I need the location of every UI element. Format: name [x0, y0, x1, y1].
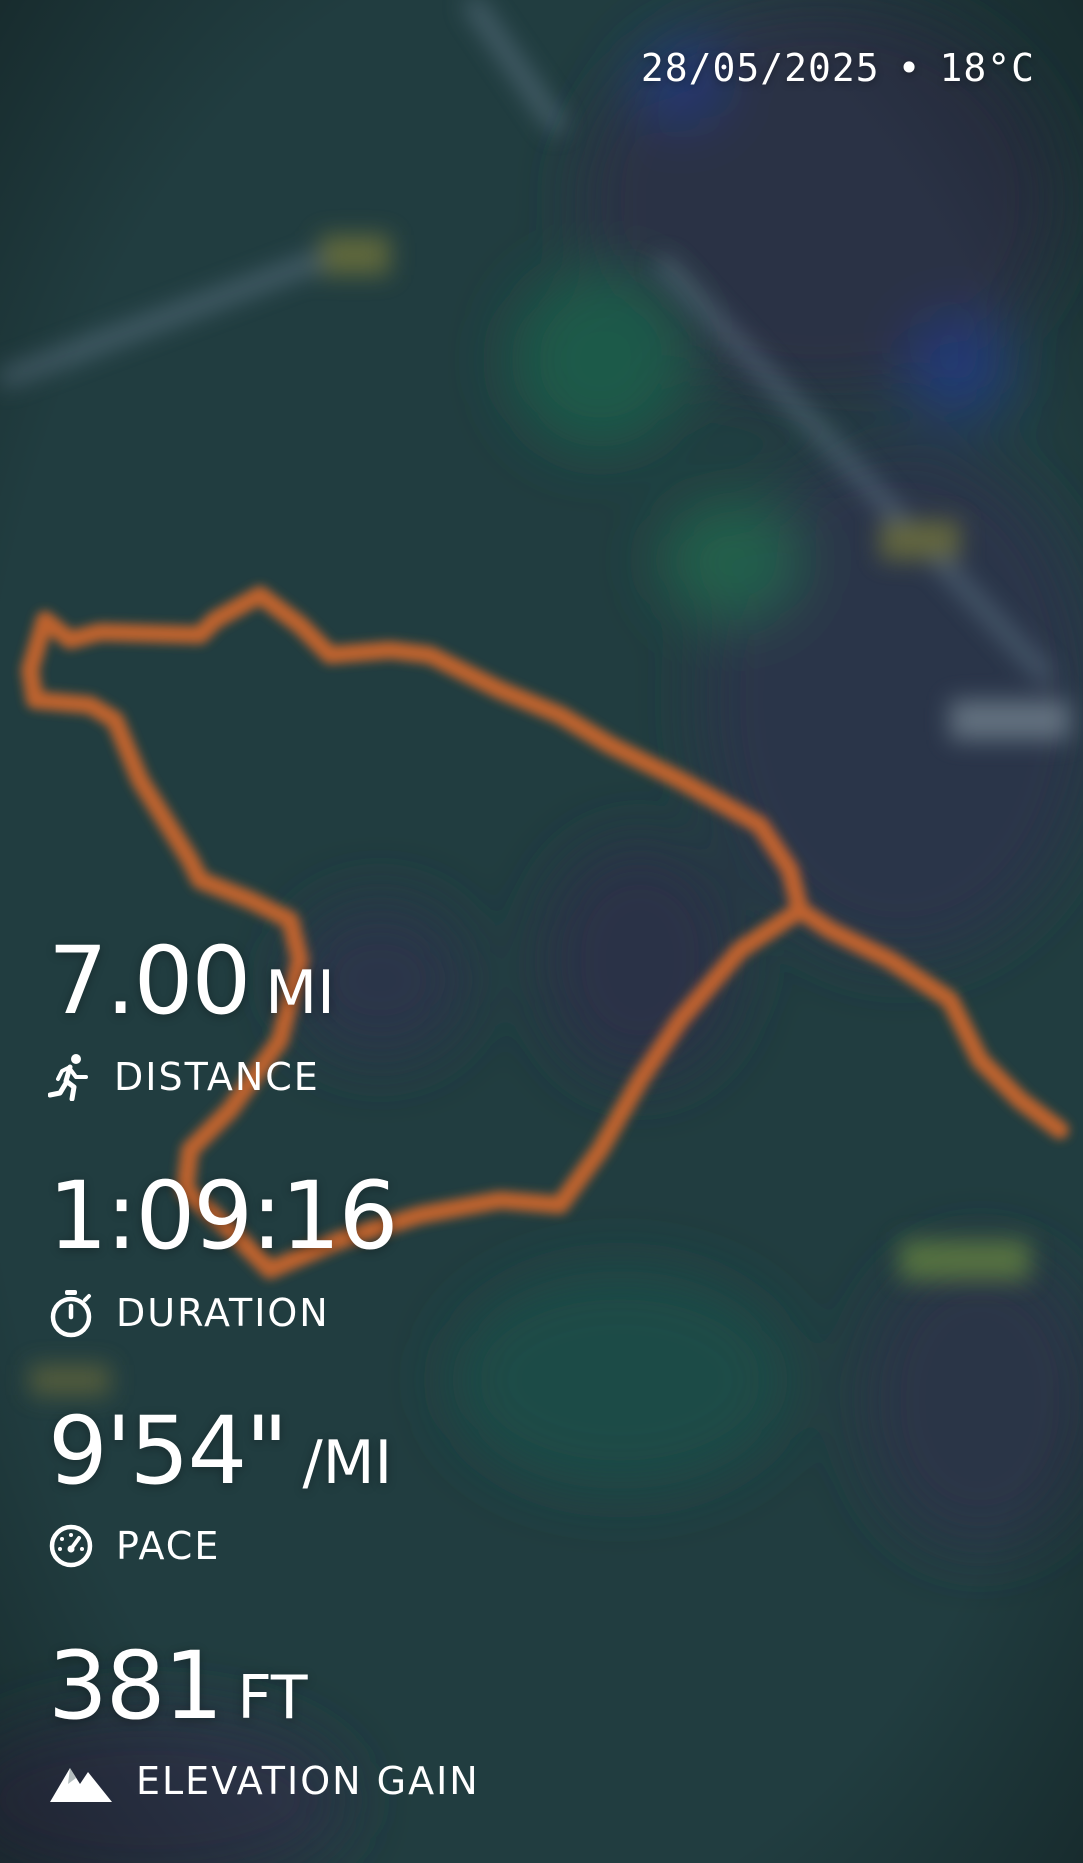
pace-stat: 9'54" /MI PACE [48, 1405, 392, 1569]
pace-label: PACE [116, 1524, 221, 1568]
temperature-text: 18°C [939, 46, 1035, 90]
speedometer-icon [48, 1523, 94, 1569]
elevation-stat: 381 FT ELEVATION GAIN [48, 1640, 480, 1804]
duration-label: DURATION [116, 1291, 330, 1335]
stopwatch-icon [48, 1288, 94, 1338]
elevation-label: ELEVATION GAIN [136, 1759, 480, 1803]
date-temperature-header: 28/05/2025 • 18°C [641, 46, 1035, 90]
pace-value: 9'54" [48, 1397, 288, 1506]
distance-unit: MI [265, 958, 335, 1028]
pace-unit: /MI [302, 1428, 393, 1498]
distance-stat: 7.00 MI DISTANCE [48, 935, 335, 1101]
distance-value: 7.00 [48, 927, 251, 1036]
elevation-value: 381 [48, 1632, 223, 1741]
mountain-icon [48, 1758, 114, 1804]
runner-icon [48, 1053, 92, 1101]
separator-dot: • [897, 46, 922, 90]
date-text: 28/05/2025 [640, 46, 880, 90]
elevation-unit: FT [237, 1663, 308, 1733]
duration-value: 1:09:16 [48, 1162, 398, 1271]
duration-stat: 1:09:16 DURATION [48, 1162, 398, 1338]
distance-label: DISTANCE [114, 1055, 320, 1099]
